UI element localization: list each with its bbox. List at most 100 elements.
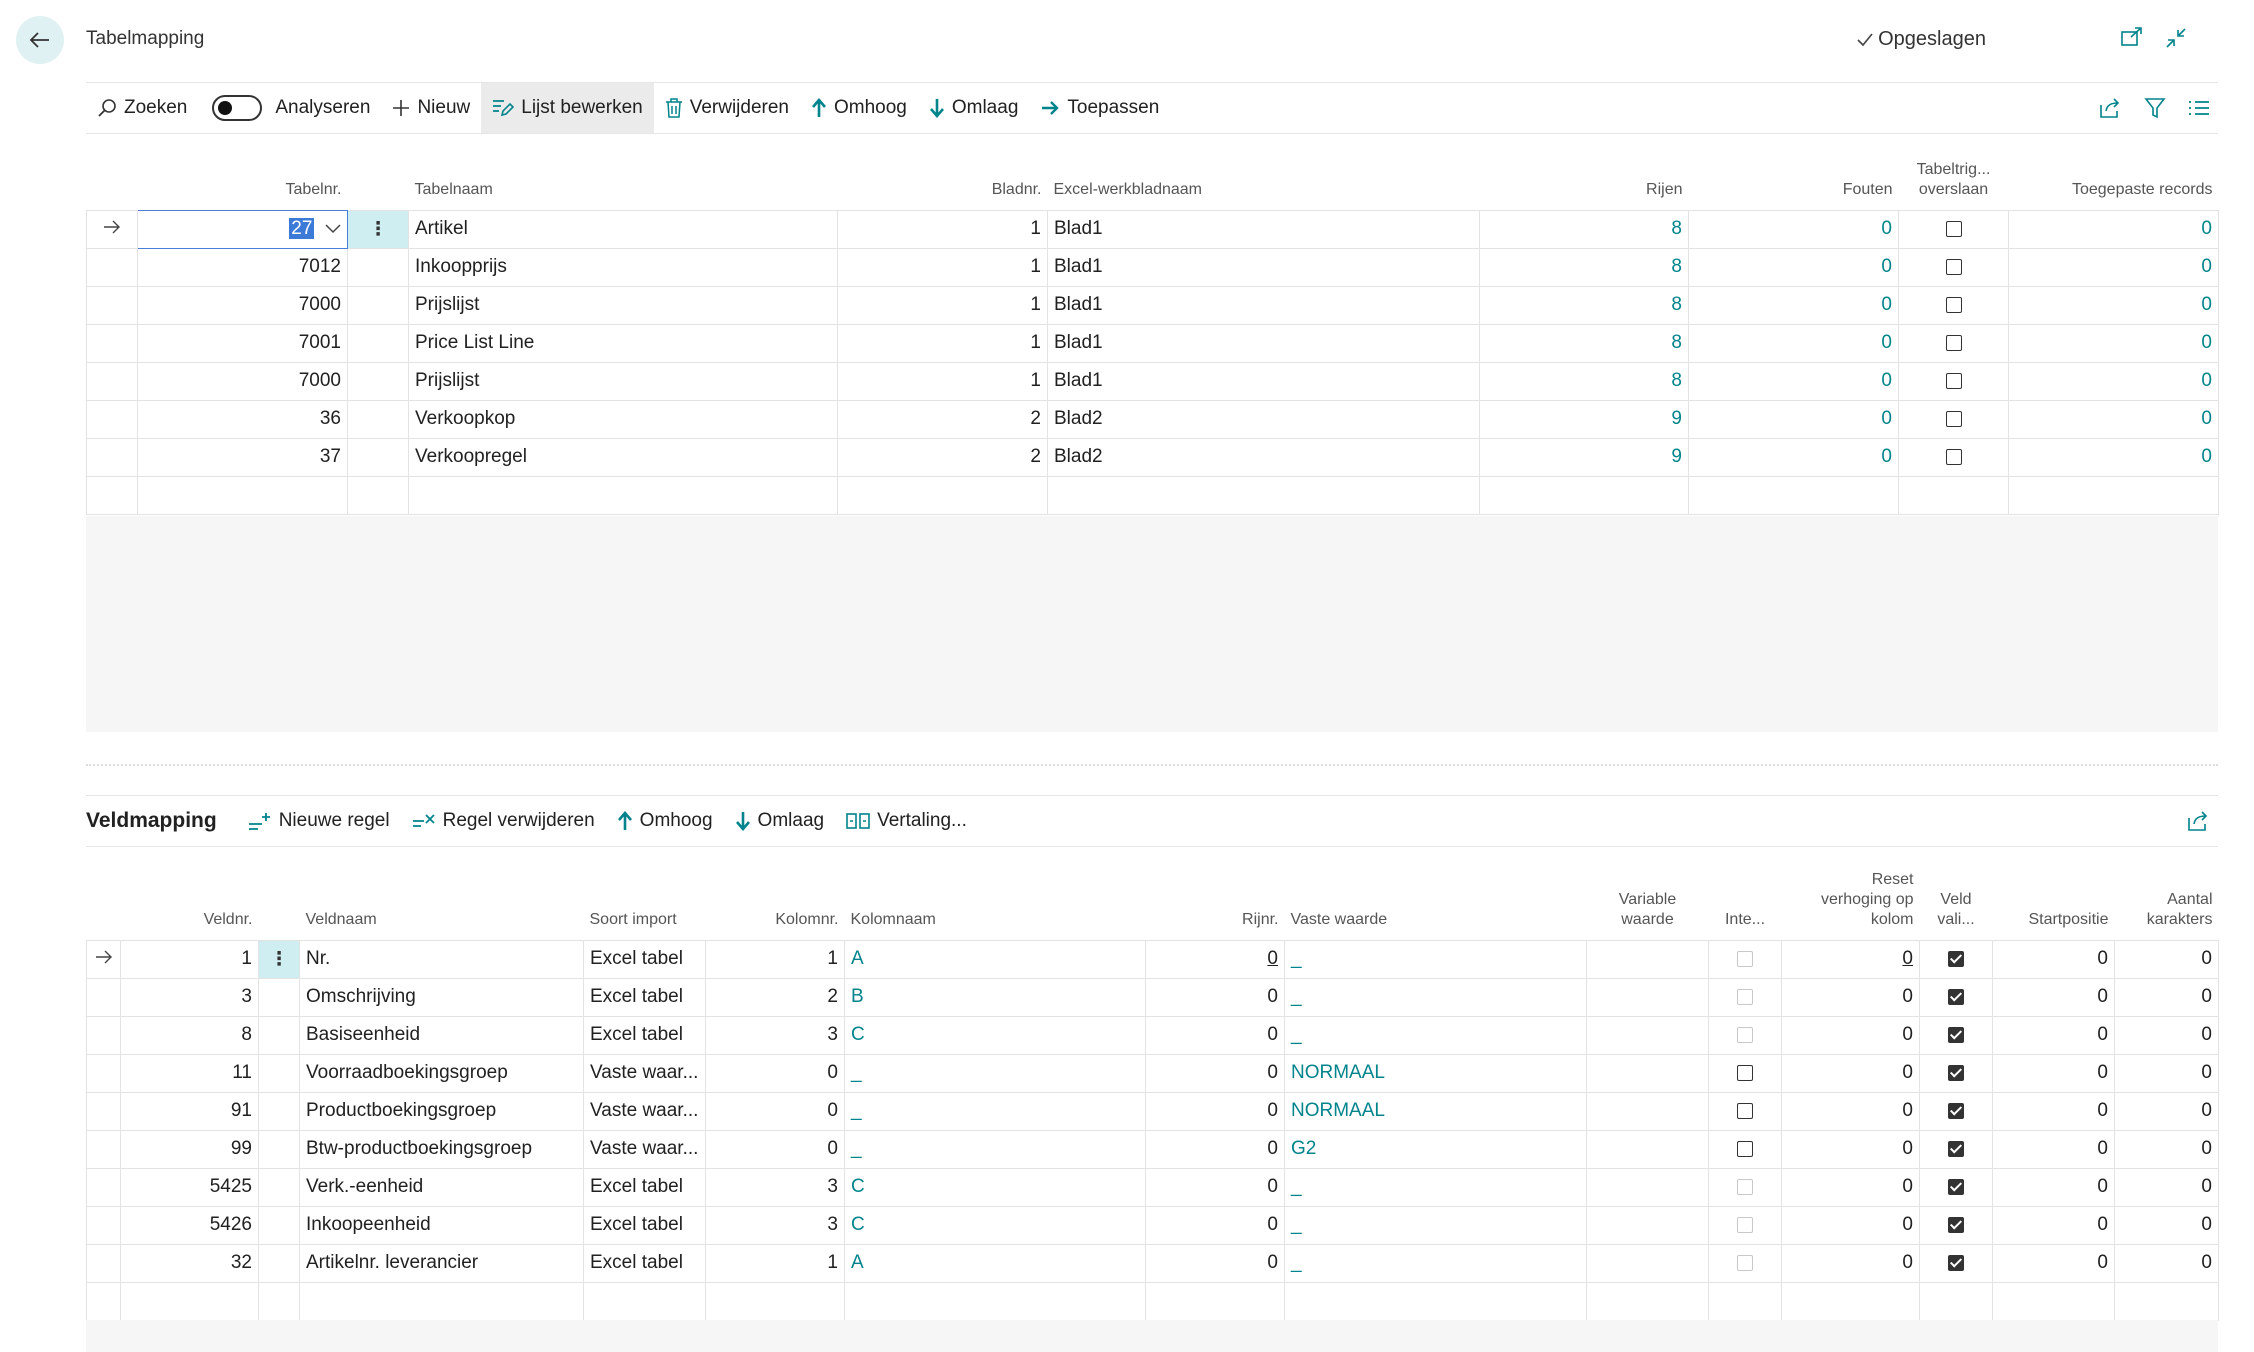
cell-rijnr[interactable]: 0 (1145, 1053, 1285, 1093)
cell-reset[interactable]: 0 (1781, 1205, 1920, 1245)
cell-reset[interactable]: 0 (1781, 1167, 1920, 1207)
cell-aantal[interactable]: 0 (2114, 1129, 2219, 1169)
empty-row[interactable] (86, 1281, 2219, 1321)
cell-startpositie[interactable]: 0 (1992, 977, 2115, 1017)
trigger-checkbox[interactable] (1945, 410, 1962, 427)
cell-vaste-waarde[interactable]: G2 (1284, 1129, 1587, 1169)
subpage-title[interactable]: Veldmapping (86, 809, 237, 833)
cell-veld-validatie[interactable] (1919, 1091, 1993, 1131)
cell-variabele-waarde[interactable] (1586, 977, 1709, 1017)
cell-veldnr[interactable]: 99 (120, 1129, 259, 1169)
col-bladnr[interactable]: Bladnr. (838, 148, 1048, 210)
cell-fouten[interactable]: 0 (1688, 437, 1899, 477)
cell-vaste-waarde[interactable]: _ (1284, 1015, 1587, 1055)
cell-variabele-waarde[interactable] (1586, 1091, 1709, 1131)
cell-toegepast[interactable]: 0 (2008, 247, 2219, 287)
cell-inte[interactable] (1708, 1091, 1782, 1131)
cell-reset[interactable]: 0 (1781, 977, 1920, 1017)
trigger-checkbox[interactable] (1945, 258, 1962, 275)
cell-kolomnaam[interactable]: C (844, 1205, 1146, 1245)
cell-fouten[interactable]: 0 (1688, 209, 1899, 249)
share-icon[interactable] (2186, 810, 2210, 832)
col-toegepast[interactable]: Toegepaste records (2009, 148, 2219, 210)
cell-rijnr[interactable]: 0 (1145, 1243, 1285, 1283)
field-row[interactable]: 99 Btw-productboekingsgroep Vaste waar..… (86, 1129, 2219, 1169)
cell-rijnr[interactable]: 0 (1145, 1205, 1285, 1245)
cell-kolomnaam[interactable]: A (844, 1243, 1146, 1283)
empty-row[interactable] (86, 475, 2219, 515)
cell-startpositie[interactable]: 0 (1992, 1091, 2115, 1131)
inte-checkbox[interactable] (1737, 1140, 1753, 1157)
cell-variabele-waarde[interactable] (1586, 1167, 1709, 1207)
cell-veldnr[interactable]: 11 (120, 1053, 259, 1093)
cell-reset[interactable]: 0 (1781, 1053, 1920, 1093)
cell-kolomnaam[interactable]: A (844, 939, 1146, 979)
row-actions-button[interactable]: ⋮ (258, 939, 300, 979)
cell-rijen[interactable]: 8 (1479, 209, 1689, 249)
cell-rijen[interactable]: 8 (1479, 361, 1689, 401)
cell-rijnr[interactable]: 0 (1145, 1167, 1285, 1207)
cell-startpositie[interactable]: 0 (1992, 1015, 2115, 1055)
cell-startpositie[interactable]: 0 (1992, 1243, 2115, 1283)
cell-soort-import[interactable]: Vaste waar... (583, 1053, 706, 1093)
cell-inte[interactable] (1708, 1053, 1782, 1093)
cell-rijen[interactable]: 9 (1479, 437, 1689, 477)
col-variabele-waarde[interactable]: Variable waarde (1587, 848, 1709, 940)
cell-trigger[interactable] (1898, 399, 2009, 439)
cell-variabele-waarde[interactable] (1586, 939, 1709, 979)
cell-tabelnr[interactable]: 7012 (137, 247, 348, 287)
col-veldnaam[interactable]: Veldnaam (300, 848, 584, 940)
field-row[interactable]: 3 Omschrijving Excel tabel 2 B 0 _ 0 0 0 (86, 977, 2219, 1017)
cell-soort-import[interactable]: Excel tabel (583, 1205, 706, 1245)
back-button[interactable] (16, 16, 64, 64)
cell-soort-import[interactable]: Excel tabel (583, 1243, 706, 1283)
validate-checkbox[interactable] (1948, 1216, 1964, 1233)
validate-checkbox[interactable] (1948, 1026, 1964, 1043)
cell-veldnr[interactable]: 8 (120, 1015, 259, 1055)
cell-variabele-waarde[interactable] (1586, 1015, 1709, 1055)
col-startpositie[interactable]: Startpositie (1993, 848, 2115, 940)
cell-aantal[interactable]: 0 (2114, 1167, 2219, 1207)
cell-veldnr[interactable]: 32 (120, 1243, 259, 1283)
search-button[interactable]: Zoeken (86, 83, 198, 133)
cell-soort-import[interactable]: Excel tabel (583, 1015, 706, 1055)
col-kolomnr[interactable]: Kolomnr. (706, 848, 845, 940)
field-row[interactable]: 8 Basiseenheid Excel tabel 3 C 0 _ 0 0 0 (86, 1015, 2219, 1055)
cell-aantal[interactable]: 0 (2114, 1091, 2219, 1131)
cell-tabelnr[interactable]: 7001 (137, 323, 348, 363)
cell-reset[interactable]: 0 (1781, 1015, 1920, 1055)
cell-reset[interactable]: 0 (1781, 1129, 1920, 1169)
cell-veldnr[interactable]: 1 (120, 939, 259, 979)
cell-aantal[interactable]: 0 (2114, 1015, 2219, 1055)
cell-toegepast[interactable]: 0 (2008, 361, 2219, 401)
toggle-switch[interactable] (212, 95, 263, 121)
cell-vaste-waarde[interactable]: NORMAAL (1284, 1053, 1587, 1093)
cell-startpositie[interactable]: 0 (1992, 939, 2115, 979)
cell-rijen[interactable]: 8 (1479, 285, 1689, 325)
open-new-window-icon[interactable] (2120, 26, 2144, 48)
cell-soort-import[interactable]: Vaste waar... (583, 1091, 706, 1131)
cell-kolomnaam[interactable]: _ (844, 1091, 1146, 1131)
cell-aantal[interactable]: 0 (2114, 1205, 2219, 1245)
cell-toegepast[interactable]: 0 (2008, 437, 2219, 477)
cell-rijnr[interactable]: 0 (1145, 1091, 1285, 1131)
cell-toegepast[interactable]: 0 (2008, 285, 2219, 325)
cell-kolomnr[interactable]: 0 (705, 1053, 845, 1093)
cell-startpositie[interactable]: 0 (1992, 1205, 2115, 1245)
cell-toegepast[interactable]: 0 (2008, 209, 2219, 249)
cell-reset[interactable]: 0 (1781, 1243, 1920, 1283)
inte-checkbox[interactable] (1737, 1064, 1753, 1081)
cell-kolomnr[interactable]: 2 (705, 977, 845, 1017)
cell-veldnr[interactable]: 5426 (120, 1205, 259, 1245)
field-row[interactable]: 11 Voorraadboekingsgroep Vaste waar... 0… (86, 1053, 2219, 1093)
cell-kolomnaam[interactable]: _ (844, 1053, 1146, 1093)
cell-kolomnaam[interactable]: C (844, 1015, 1146, 1055)
validate-checkbox[interactable] (1948, 1178, 1964, 1195)
cell-veldnr[interactable]: 5425 (120, 1167, 259, 1207)
col-veldnr[interactable]: Veldnr. (121, 848, 259, 940)
cell-trigger[interactable] (1898, 209, 2009, 249)
cell-veld-validatie[interactable] (1919, 939, 1993, 979)
sub-move-down-button[interactable]: Omlaag (724, 796, 836, 846)
edit-list-button[interactable]: Lijst bewerken (481, 83, 654, 133)
cell-fouten[interactable]: 0 (1688, 399, 1899, 439)
